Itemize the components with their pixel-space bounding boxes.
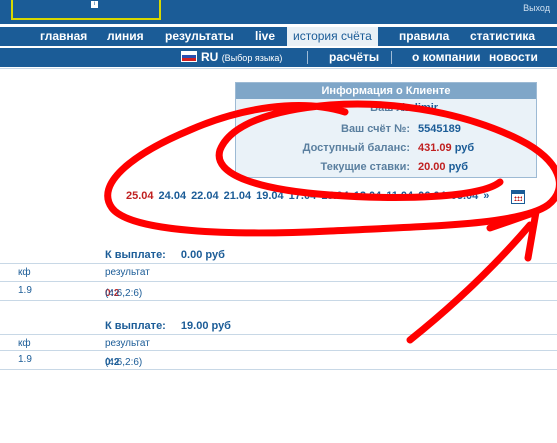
date-nav: 25.04 24.04 22.04 21.04 19.04 17.04 15.04 12.04…	[126, 190, 494, 202]
language-hint: (Выбор языка)	[221, 53, 283, 63]
main-nav: главная линия результаты live история сч…	[0, 27, 557, 46]
date-link[interactable]: 05.04	[451, 190, 479, 202]
col-result: результат	[105, 267, 150, 278]
client-info-title: Информация о Клиенте	[236, 83, 536, 99]
client-info-panel: Информация о Клиенте Ваш ло ladimir Ваш …	[235, 82, 537, 178]
top-bar: i Выход	[0, 0, 557, 24]
divider	[0, 369, 557, 370]
balance-value: 431.09	[418, 142, 452, 154]
divider	[0, 300, 557, 301]
language-code: RU	[201, 50, 219, 64]
russia-flag-icon[interactable]	[181, 51, 197, 62]
date-link[interactable]: 12.04	[354, 190, 382, 202]
date-link[interactable]: 11.04	[386, 190, 413, 202]
col-coef: кф	[18, 267, 31, 278]
table-row: 1.9 0:2 (4:6,2:6)	[0, 351, 557, 369]
col-result: результат	[105, 338, 150, 349]
payout-value: 19.00 руб	[180, 320, 231, 332]
nav-live[interactable]: live	[255, 27, 275, 46]
nav-stats[interactable]: статистика	[470, 27, 535, 46]
divider	[391, 51, 392, 64]
nav-line[interactable]: линия	[107, 27, 144, 46]
score-detail: (4:6,2:6)	[105, 288, 143, 299]
logo-icon: i	[91, 1, 98, 8]
payout-label: К выплате:	[105, 320, 166, 332]
nav-rules[interactable]: правила	[399, 27, 449, 46]
payout-row: К выплате: 0.00 руб	[105, 249, 225, 261]
payout-row: К выплате: 19.00 руб	[105, 320, 231, 332]
calendar-icon[interactable]	[511, 190, 525, 204]
balance-field: 431.09 руб	[418, 142, 474, 154]
score-detail: (4:6,2:6)	[105, 357, 143, 368]
nav-account-history[interactable]: история счёта	[287, 27, 378, 46]
info-row-bets: Текущие ставки: 20.00 руб	[236, 161, 536, 179]
bets-value: 20.00	[418, 161, 446, 173]
date-link[interactable]: 19.04	[256, 190, 284, 202]
date-link-current[interactable]: 25.04	[126, 190, 154, 202]
table-row: 1.9 0:2 (4:6,2:6)	[0, 282, 557, 300]
info-row-account: Ваш счёт №: 5545189	[236, 123, 536, 141]
divider	[307, 51, 308, 64]
coef-value: 1.9	[18, 285, 32, 296]
date-link[interactable]: 06.04	[418, 190, 446, 202]
more-dates-arrow[interactable]: »	[483, 190, 489, 202]
nav-settlements[interactable]: расчёты	[329, 48, 379, 67]
balance-unit: руб	[454, 142, 475, 154]
arrow-head	[486, 208, 540, 262]
coef-value: 1.9	[18, 354, 32, 365]
nav-news[interactable]: новости	[489, 48, 538, 67]
bets-label: Текущие ставки:	[320, 161, 410, 173]
info-row-user: Ваш ло ladimir	[236, 102, 536, 120]
nav-about[interactable]: о компании	[412, 48, 480, 67]
bets-unit: руб	[448, 161, 469, 173]
logo-box[interactable]: i	[11, 0, 161, 20]
info-row-balance: Доступный баланс: 431.09 руб	[236, 142, 536, 160]
date-link[interactable]: 22.04	[191, 190, 219, 202]
date-link[interactable]: 15.04	[321, 190, 349, 202]
user-value: ladimir	[402, 102, 439, 114]
table-header: кф результат	[0, 264, 557, 282]
account-label: Ваш счёт №:	[341, 123, 410, 135]
date-link[interactable]: 21.04	[224, 190, 252, 202]
date-link[interactable]: 24.04	[159, 190, 187, 202]
col-coef: кф	[18, 338, 31, 349]
language-selector[interactable]: RU (Выбор языка)	[201, 48, 282, 67]
nav-results[interactable]: результаты	[165, 27, 234, 46]
bets-field: 20.00 руб	[418, 161, 468, 173]
payout-value: 0.00 руб	[180, 249, 225, 261]
nav-home[interactable]: главная	[40, 27, 87, 46]
account-value: 5545189	[418, 123, 461, 135]
payout-label: К выплате:	[105, 249, 166, 261]
date-link[interactable]: 17.04	[289, 190, 317, 202]
divider	[0, 68, 557, 69]
sub-nav: RU (Выбор языка) расчёты о компании ново…	[0, 48, 557, 67]
logout-link[interactable]: Выход	[523, 3, 550, 13]
balance-label: Доступный баланс:	[302, 142, 410, 154]
